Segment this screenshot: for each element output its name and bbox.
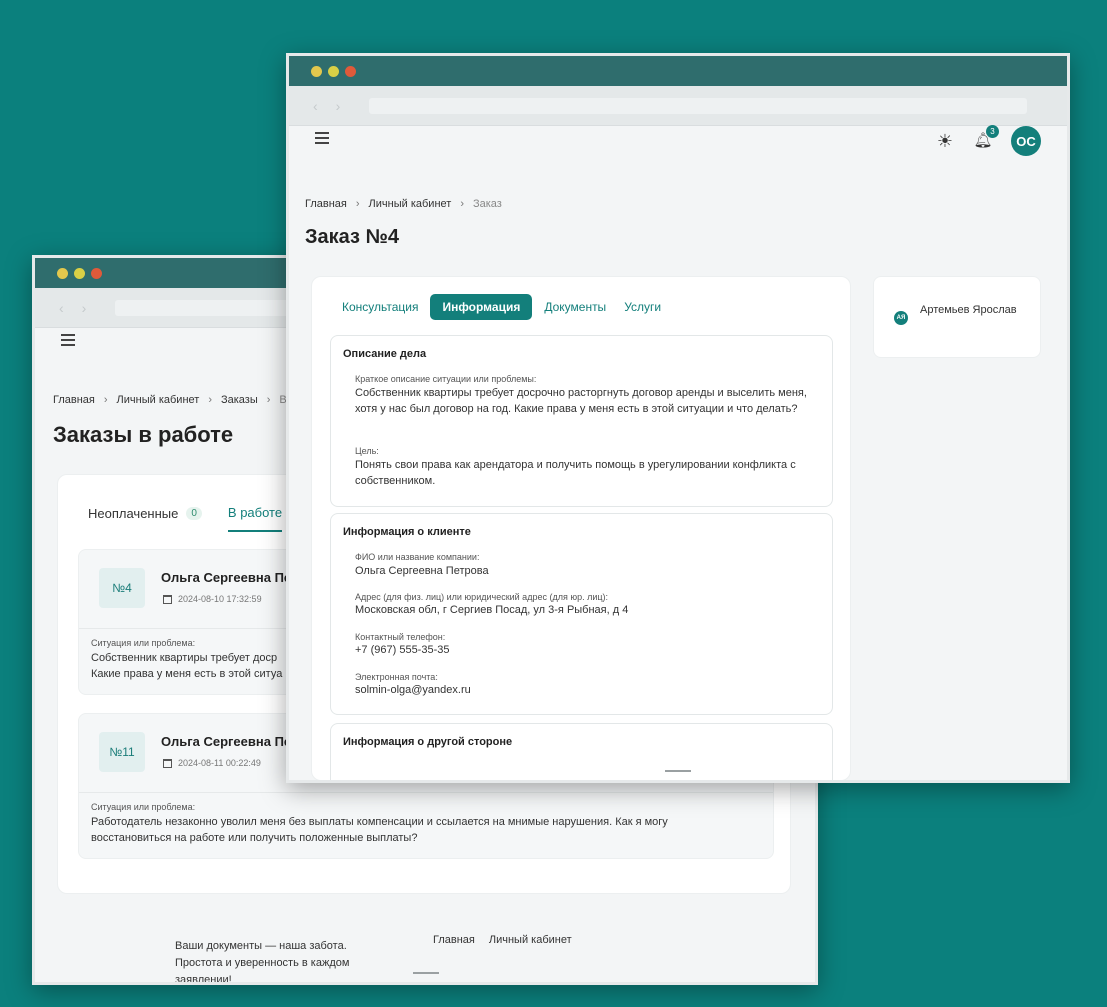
order-date: 2024-08-10 17:32:59 (163, 594, 262, 604)
chevron-right-icon: › (355, 198, 360, 210)
breadcrumb-item[interactable]: Главная (305, 198, 347, 210)
client-name: Ольга Сергеевна Пет (161, 570, 298, 585)
field-label: Адрес (для физ. лиц) или юридический адр… (355, 592, 609, 602)
calendar-icon (163, 758, 172, 768)
window-controls (57, 268, 102, 279)
menu-icon[interactable] (315, 132, 329, 144)
lawyer-name: Артемьев Ярослав (920, 304, 1017, 316)
client-name: Ольга Сергеевна Пет (161, 734, 298, 749)
menu-icon[interactable] (61, 334, 75, 346)
order-status-tabs: Неоплаченные 0 В работе (88, 505, 283, 532)
avatar[interactable]: ОС (1011, 126, 1041, 156)
tab-information[interactable]: Информация (430, 294, 533, 320)
breadcrumb-item[interactable]: Личный кабинет (117, 394, 200, 406)
field-label: Цель: (355, 446, 379, 456)
footer-links: Главная Личный кабинет (433, 934, 572, 946)
window-control-dot[interactable] (345, 66, 356, 77)
problem-label: Ситуация или проблема: (91, 638, 196, 648)
lawyer-avatar: АЯ (894, 311, 908, 325)
scroll-handle[interactable] (413, 972, 439, 974)
order-date-text: 2024-08-10 17:32:59 (178, 594, 262, 604)
order-detail-panel: Консультация Информация Документы Услуги… (311, 276, 851, 780)
order-date-text: 2024-08-11 00:22:49 (178, 758, 261, 768)
breadcrumb: Главная › Личный кабинет › Заказы › В (53, 394, 287, 406)
problem-label: Ситуация или проблема: (91, 802, 196, 812)
field-value: +7 (967) 555-35-35 (355, 644, 450, 656)
field-label: Электронная почта: (355, 672, 438, 682)
count-badge: 0 (186, 507, 202, 520)
section-title: Информация о другой стороне (343, 736, 513, 748)
breadcrumb-item: Заказ (472, 198, 502, 210)
nav-arrows-icon[interactable]: ‹› (59, 300, 104, 316)
nav-arrows-icon[interactable]: ‹› (313, 98, 358, 114)
breadcrumb-item[interactable]: Главная (53, 394, 95, 406)
footer-link-cabinet[interactable]: Личный кабинет (489, 934, 572, 946)
lawyer-panel: АЯ Артемьев Ярослав (873, 276, 1041, 358)
tab-consultation[interactable]: Консультация (336, 294, 424, 320)
chevron-right-icon: › (208, 394, 212, 406)
problem-text: Работодатель незаконно уволил меня без в… (91, 814, 731, 846)
field-value: Московская обл, г Сергиев Посад, ул 3-я … (355, 604, 629, 616)
order-detail-window: ‹› ☀ 🔔︎ 3 ОС Главная › Личный кабинет › … (286, 53, 1070, 783)
order-number: №4 (99, 568, 145, 608)
tab-services[interactable]: Услуги (618, 294, 667, 320)
field-value: solmin-olga@yandex.ru (355, 684, 471, 696)
page-title: Заказы в работе (53, 422, 234, 447)
client-info-section: Информация о клиенте ФИО или название ко… (330, 513, 833, 715)
tab-label: В работе (227, 505, 283, 520)
chevron-right-icon: › (103, 394, 108, 406)
field-label: Контактный телефон: (355, 632, 446, 642)
notification-count: 3 (986, 125, 999, 138)
tab-in-progress[interactable]: В работе (227, 505, 283, 532)
url-field[interactable] (369, 98, 1027, 114)
window-control-dot[interactable] (311, 66, 322, 77)
order-tabs: Консультация Информация Документы Услуги (336, 294, 667, 320)
chevron-right-icon: › (266, 394, 271, 406)
header-actions: ☀ 🔔︎ 3 ОС (935, 125, 1041, 156)
tab-unpaid[interactable]: Неоплаченные 0 (88, 505, 202, 532)
window-control-dot[interactable] (91, 268, 102, 279)
divider (79, 792, 773, 793)
field-value: Понять свои права как арендатора и получ… (355, 459, 796, 487)
browser-address-bar: ‹› (289, 86, 1067, 126)
field-value: Собственник квартиры требует досрочно ра… (355, 387, 807, 415)
window-controls (311, 66, 356, 77)
field-label: ФИО или название компании: (355, 552, 480, 562)
window-titlebar (289, 56, 1067, 86)
tab-documents[interactable]: Документы (538, 294, 612, 320)
bell-icon[interactable]: 🔔︎ 3 (973, 125, 999, 151)
sun-icon[interactable]: ☀ (935, 131, 955, 151)
scroll-handle[interactable] (665, 770, 691, 772)
tab-label: Неоплаченные (88, 506, 179, 521)
footer-link-home[interactable]: Главная (433, 934, 475, 946)
window-control-dot[interactable] (57, 268, 68, 279)
case-description-section: Описание дела Краткое описание ситуации … (330, 335, 833, 507)
order-date: 2024-08-11 00:22:49 (163, 758, 261, 768)
section-title: Описание дела (343, 348, 427, 360)
window-control-dot[interactable] (328, 66, 339, 77)
problem-text-line: Работодатель незаконно уволил меня без в… (91, 816, 668, 828)
window-control-dot[interactable] (74, 268, 85, 279)
calendar-icon (163, 594, 172, 604)
section-title: Информация о клиенте (343, 526, 471, 538)
breadcrumb-item[interactable]: Заказы (221, 394, 258, 406)
breadcrumb-item[interactable]: Личный кабинет (369, 198, 452, 210)
page-title: Заказ №4 (305, 226, 399, 248)
chevron-right-icon: › (460, 198, 464, 210)
other-party-section: Информация о другой стороне (330, 723, 833, 780)
problem-text-line: восстановиться на работе или получить по… (91, 832, 418, 844)
app-header: ☀ 🔔︎ 3 ОС (289, 125, 1067, 156)
field-value: Ольга Сергеевна Петрова (355, 565, 489, 577)
order-number: №11 (99, 732, 145, 772)
breadcrumb: Главная › Личный кабинет › Заказ (305, 198, 502, 210)
footer-slogan: Ваши документы — наша забота. Простота и… (175, 940, 350, 985)
field-label: Краткое описание ситуации или проблемы: (355, 374, 537, 384)
